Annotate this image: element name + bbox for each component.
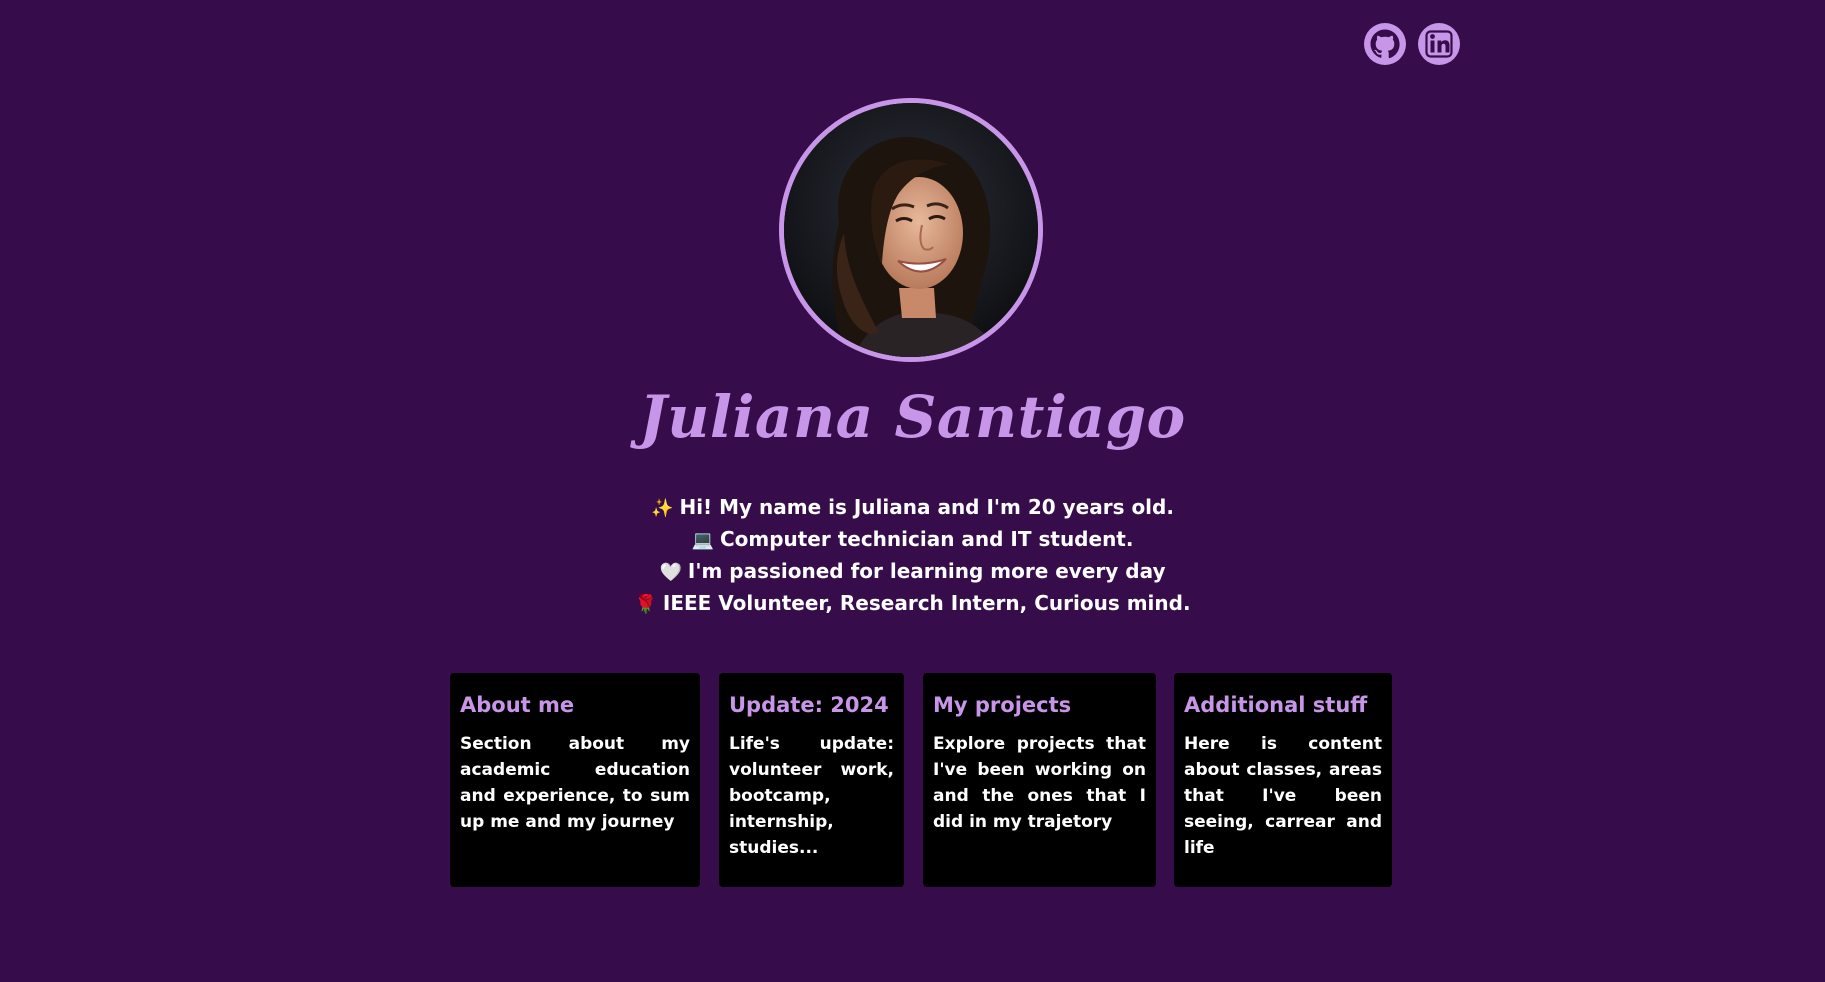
card-title: About me xyxy=(460,693,575,717)
card-description: Here is content about classes, areas tha… xyxy=(1184,734,1382,858)
card-title: Update: 2024 xyxy=(729,693,889,717)
linkedin-icon[interactable] xyxy=(1417,22,1461,66)
github-icon[interactable] xyxy=(1363,22,1407,66)
card-about-me[interactable]: About me Section about my academic educa… xyxy=(450,673,700,887)
card-update-2024[interactable]: Update: 2024 Life's update: volunteer wo… xyxy=(719,673,904,887)
heart-icon: 🤍 xyxy=(659,562,682,583)
laptop-icon: 💻 xyxy=(691,530,714,551)
card-additional-stuff[interactable]: Additional stuff Here is content about c… xyxy=(1174,673,1392,887)
card-description: Section about my academic education and … xyxy=(460,734,690,832)
card-description: Explore projects that I've been working … xyxy=(933,734,1146,832)
intro-line-activities: 🌹 IEEE Volunteer, Research Intern, Curiou… xyxy=(0,588,1825,620)
intro-text: ✨ Hi! My name is Juliana and I'm 20 years… xyxy=(0,492,1825,620)
sparkles-icon: ✨ xyxy=(651,498,674,519)
card-title: My projects xyxy=(933,693,1072,717)
social-links xyxy=(1363,22,1461,66)
card-my-projects[interactable]: My projects Explore projects that I've b… xyxy=(923,673,1156,887)
intro-line-age: ✨ Hi! My name is Juliana and I'm 20 years… xyxy=(0,492,1825,524)
card-description: Life's update: volunteer work, bootcamp,… xyxy=(729,734,894,858)
card-title: Additional stuff xyxy=(1184,693,1368,717)
profile-name: Juliana Santiago xyxy=(639,383,1186,451)
intro-line-passion: 🤍 I'm passioned for learning more every d… xyxy=(0,556,1825,588)
intro-line-role: 💻 Computer technician and IT student. xyxy=(0,524,1825,556)
rose-icon: 🌹 xyxy=(634,594,657,615)
profile-photo xyxy=(779,98,1043,362)
